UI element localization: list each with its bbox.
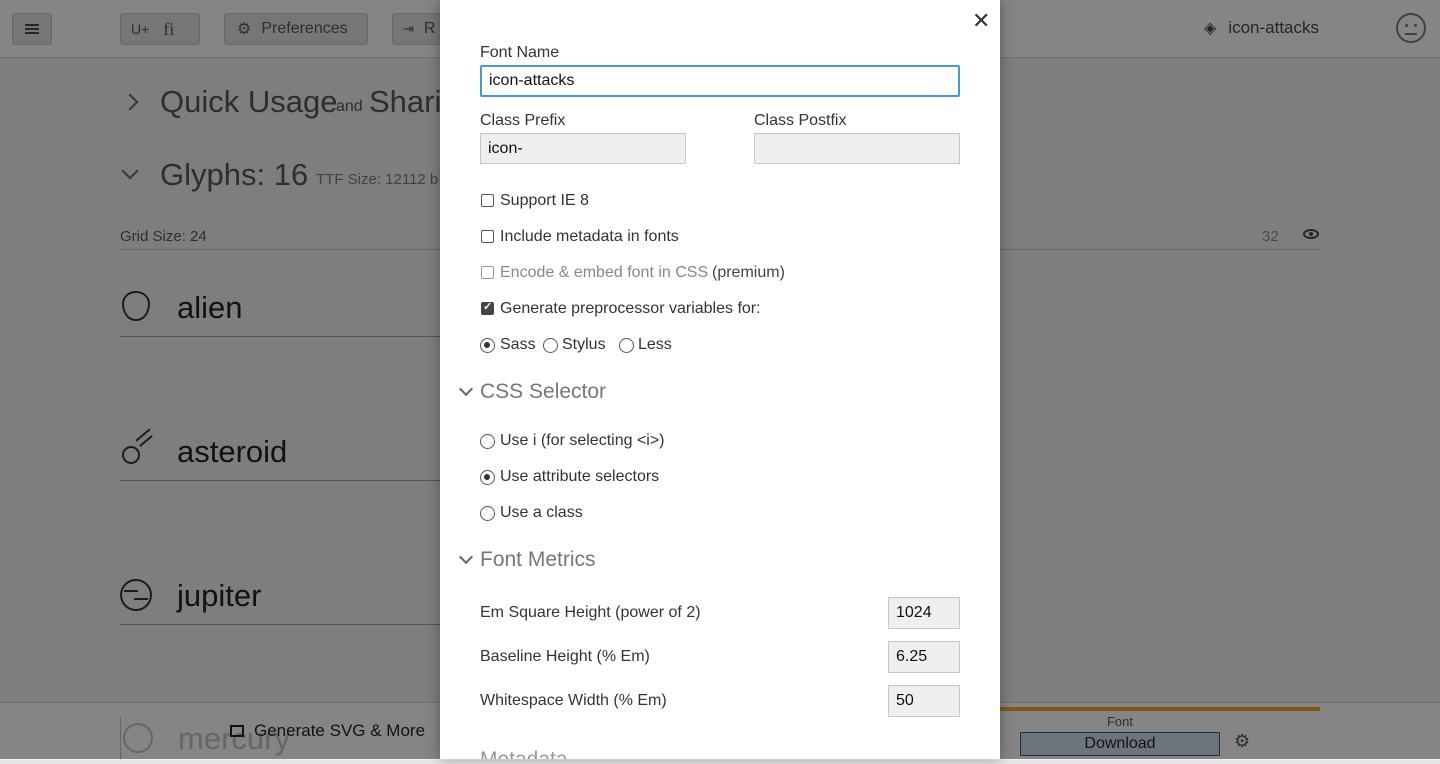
chevron-down-icon (458, 549, 474, 565)
checkbox-box (481, 194, 494, 207)
css-selector-title: CSS Selector (480, 380, 607, 403)
encode-embed-label: Encode & embed font in CSS (500, 264, 709, 281)
radio-dot (543, 338, 558, 353)
close-icon[interactable]: ✕ (972, 8, 990, 34)
radio-dot (480, 506, 495, 521)
checkmark-icon: ✓ (483, 301, 493, 313)
include-metadata-label: Include metadata in fonts (500, 228, 679, 245)
font-metrics-title: Font Metrics (480, 548, 596, 571)
font-metrics-section-header[interactable]: Font Metrics (458, 548, 760, 574)
radio-label: Stylus (562, 336, 606, 353)
class-prefix-label: Class Prefix (480, 112, 566, 129)
css-selector-section-header[interactable]: CSS Selector (458, 380, 760, 406)
radio-label: Sass (500, 336, 536, 353)
font-name-label: Font Name (480, 44, 560, 61)
radio-label: Use i (for selecting <i>) (500, 432, 665, 449)
chevron-down-icon (458, 381, 474, 397)
class-postfix-input[interactable] (754, 133, 960, 164)
radio-dot (480, 338, 495, 353)
whitespace-label: Whitespace Width (% Em) (480, 692, 667, 709)
radio-label: Use attribute selectors (500, 468, 660, 485)
radio-dot (480, 470, 495, 485)
checkbox-box (481, 266, 494, 279)
baseline-input[interactable] (888, 641, 960, 673)
em-square-input[interactable] (888, 597, 960, 629)
radio-dot (619, 338, 634, 353)
premium-label: (premium) (712, 264, 785, 281)
metadata-section-title[interactable]: Metadata (480, 748, 568, 759)
support-ie8-label: Support IE 8 (500, 192, 589, 209)
whitespace-input[interactable] (888, 685, 960, 717)
font-preferences-dialog: ✕ Font Name Class Prefix Class Postfix S… (440, 0, 1000, 759)
class-postfix-label: Class Postfix (754, 112, 847, 129)
em-square-label: Em Square Height (power of 2) (480, 604, 701, 621)
baseline-label: Baseline Height (% Em) (480, 648, 650, 665)
checkbox-box (481, 230, 494, 243)
class-prefix-input[interactable] (480, 133, 686, 164)
radio-dot (480, 434, 495, 449)
font-name-input[interactable] (480, 65, 960, 97)
radio-label: Use a class (500, 504, 583, 521)
generate-preprocessor-label: Generate preprocessor variables for: (500, 300, 761, 317)
radio-label: Less (638, 336, 672, 353)
